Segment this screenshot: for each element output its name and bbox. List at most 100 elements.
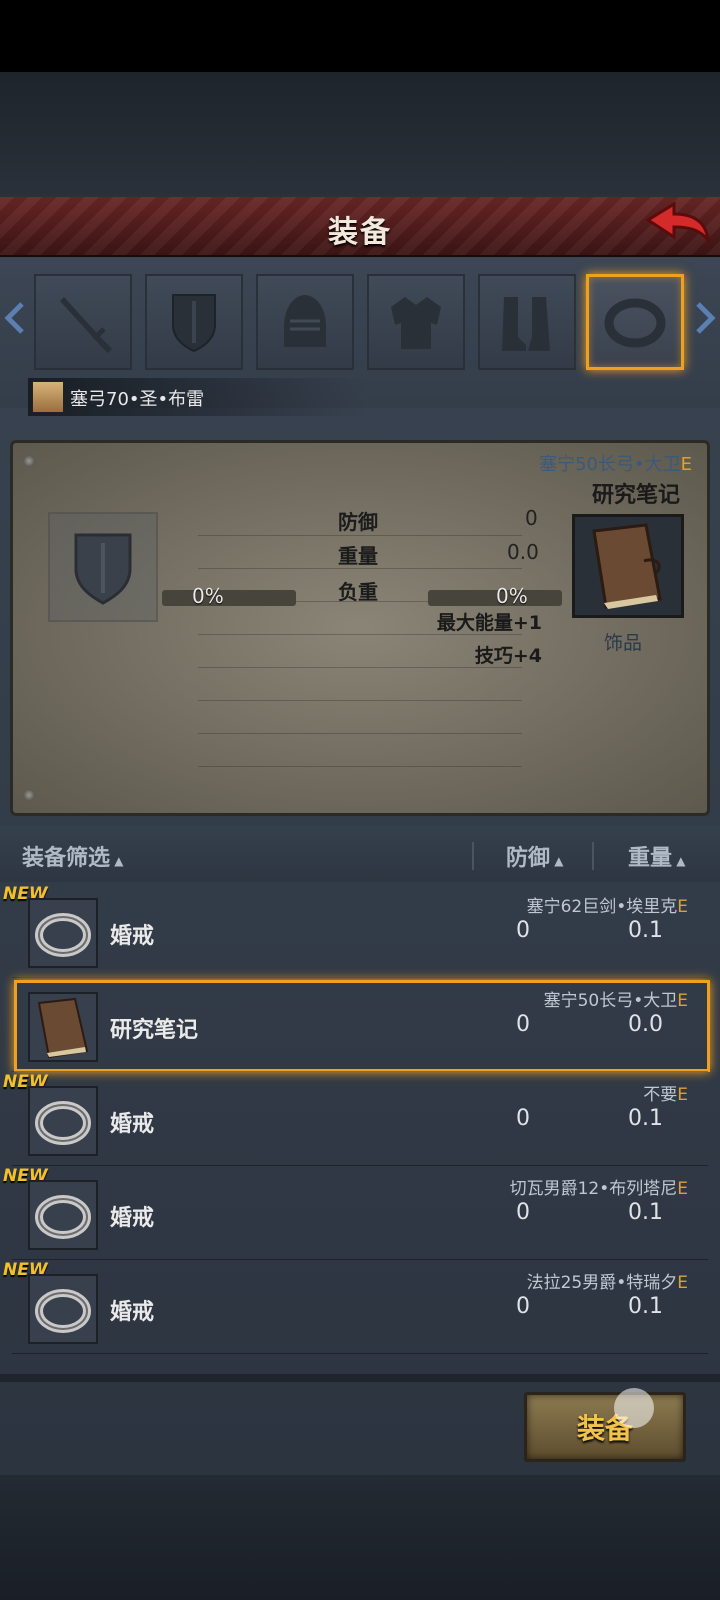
stat-weight-value: 0.0 — [507, 540, 539, 564]
ring-icon — [35, 1101, 91, 1145]
equip-button[interactable]: 装备 — [524, 1392, 686, 1462]
hero-name: 塞弓70•圣•布雷 — [70, 389, 205, 410]
rivet — [23, 455, 35, 467]
sort-weight-button[interactable]: 重量 ▲ — [628, 840, 685, 872]
bonus-skill: 技巧+4 — [474, 645, 542, 667]
slot-boots[interactable] — [478, 274, 576, 370]
list-item-selected[interactable]: 研究笔记 塞宁50长弓•大卫E 0 0.0 — [0, 978, 720, 1072]
compare-owner-name: 塞宁50长弓•大卫 — [539, 454, 681, 475]
slot-helmet[interactable] — [256, 274, 354, 370]
item-weight: 0.1 — [628, 1294, 663, 1319]
item-icon — [28, 1086, 98, 1156]
shield-icon — [172, 294, 216, 353]
ring-icon — [35, 1195, 91, 1239]
avatar — [32, 381, 64, 413]
compare-item-category: 饰品 — [604, 632, 643, 654]
filter-label: 装备筛选 — [22, 846, 111, 871]
divider — [472, 842, 474, 870]
chevron-right-icon — [696, 302, 716, 334]
item-name: 婚戒 — [110, 1206, 155, 1231]
boots-icon — [502, 297, 550, 351]
item-name: 婚戒 — [110, 924, 155, 949]
item-owner-name: 不要 — [643, 1085, 678, 1105]
list-item[interactable]: NEW 婚戒 切瓦男爵12•布列塔尼E 0 0.1 — [0, 1166, 720, 1260]
item-defense: 0 — [516, 1012, 530, 1037]
stat-defense-label: 防御 — [338, 510, 378, 534]
background-top — [0, 72, 720, 197]
background-bottom — [0, 1475, 720, 1600]
sort-defense-button[interactable]: 防御 ▲ — [506, 840, 563, 872]
item-owner: 切瓦男爵12•布列塔尼E — [510, 1174, 688, 1199]
slot-shield[interactable] — [145, 274, 243, 370]
item-icon — [28, 1274, 98, 1344]
item-owner: 法拉25男爵•特瑞夕E — [527, 1268, 688, 1293]
ring-icon — [604, 298, 666, 348]
book-icon — [592, 523, 662, 609]
chevron-left-icon — [4, 302, 24, 334]
load-bar-left — [162, 590, 296, 606]
armor-icon — [391, 297, 441, 349]
item-owner: 塞宁62巨剑•埃里克E — [527, 892, 688, 917]
list-item[interactable]: NEW 婚戒 法拉25男爵•特瑞夕E 0 0.1 — [0, 1260, 720, 1354]
stat-weight-label: 重量 — [338, 544, 378, 568]
filter-button[interactable]: 装备筛选 ▲ — [22, 840, 123, 872]
item-owner-name: 塞宁50长弓•大卫 — [543, 991, 678, 1011]
helmet-icon — [284, 295, 326, 347]
item-defense: 0 — [516, 1200, 530, 1225]
touch-indicator — [614, 1388, 654, 1428]
load-bar-right — [428, 590, 562, 606]
list-item[interactable]: NEW 婚戒 塞宁62巨剑•埃里克E 0 0.1 — [0, 884, 720, 978]
rivet — [23, 789, 35, 801]
slot-weapon[interactable] — [34, 274, 132, 370]
sword-icon — [60, 297, 113, 354]
item-owner-suffix: E — [677, 1273, 688, 1293]
item-defense: 0 — [516, 918, 530, 943]
sort-defense-label: 防御 — [506, 846, 551, 871]
compare-item-name: 研究笔记 — [591, 483, 680, 508]
top-black-bar — [0, 0, 720, 72]
item-defense: 0 — [516, 1294, 530, 1319]
item-owner: 不要E — [643, 1080, 688, 1105]
slot-next-arrow[interactable] — [694, 300, 716, 336]
sort-caret-icon: ▲ — [110, 854, 124, 868]
item-owner-suffix: E — [677, 991, 688, 1011]
load-right-percent: 0% — [496, 584, 528, 608]
item-icon — [28, 1180, 98, 1250]
current-slot-placeholder — [48, 512, 158, 622]
divider — [592, 842, 594, 870]
item-owner-name: 法拉25男爵•特瑞夕 — [526, 1273, 678, 1293]
slot-accessory[interactable] — [586, 274, 684, 370]
ring-icon — [35, 1289, 91, 1333]
compare-item-icon — [572, 514, 684, 618]
item-owner-suffix: E — [677, 897, 688, 917]
compare-owner: 塞宁50长弓•大卫E — [539, 450, 692, 476]
bonus-max-energy: 最大能量+1 — [436, 612, 542, 634]
load-left-percent: 0% — [192, 584, 224, 608]
page-title: 装备 — [328, 215, 392, 250]
shield-icon — [74, 533, 132, 605]
compare-owner-suffix: E — [680, 454, 692, 475]
slot-prev-arrow[interactable] — [4, 300, 26, 336]
stat-defense-value: 0 — [525, 506, 538, 530]
item-name: 婚戒 — [110, 1300, 155, 1325]
item-owner: 塞宁50长弓•大卫E — [544, 986, 688, 1011]
book-icon — [37, 997, 89, 1059]
back-button[interactable] — [644, 200, 714, 250]
item-owner-suffix: E — [677, 1179, 688, 1199]
item-list[interactable]: NEW 婚戒 塞宁62巨剑•埃里克E 0 0.1 研究笔记 塞宁50长弓•大卫E… — [0, 884, 720, 1374]
back-arrow-icon — [645, 201, 711, 245]
slot-armor[interactable] — [367, 274, 465, 370]
list-footer-divider — [0, 1374, 720, 1382]
item-weight: 0.0 — [628, 1012, 663, 1037]
item-defense: 0 — [516, 1106, 530, 1131]
item-name: 婚戒 — [110, 1112, 155, 1137]
item-owner-name: 切瓦男爵12•布列塔尼 — [509, 1179, 678, 1199]
item-icon — [28, 898, 98, 968]
sort-caret-icon: ▲ — [672, 854, 686, 868]
list-item[interactable]: NEW 婚戒 不要E 0 0.1 — [0, 1072, 720, 1166]
sort-weight-label: 重量 — [628, 846, 673, 871]
sort-caret-icon: ▲ — [550, 854, 564, 868]
item-owner-suffix: E — [677, 1085, 688, 1105]
item-owner-name: 塞宁62巨剑•埃里克 — [526, 897, 678, 917]
item-weight: 0.1 — [628, 1106, 663, 1131]
